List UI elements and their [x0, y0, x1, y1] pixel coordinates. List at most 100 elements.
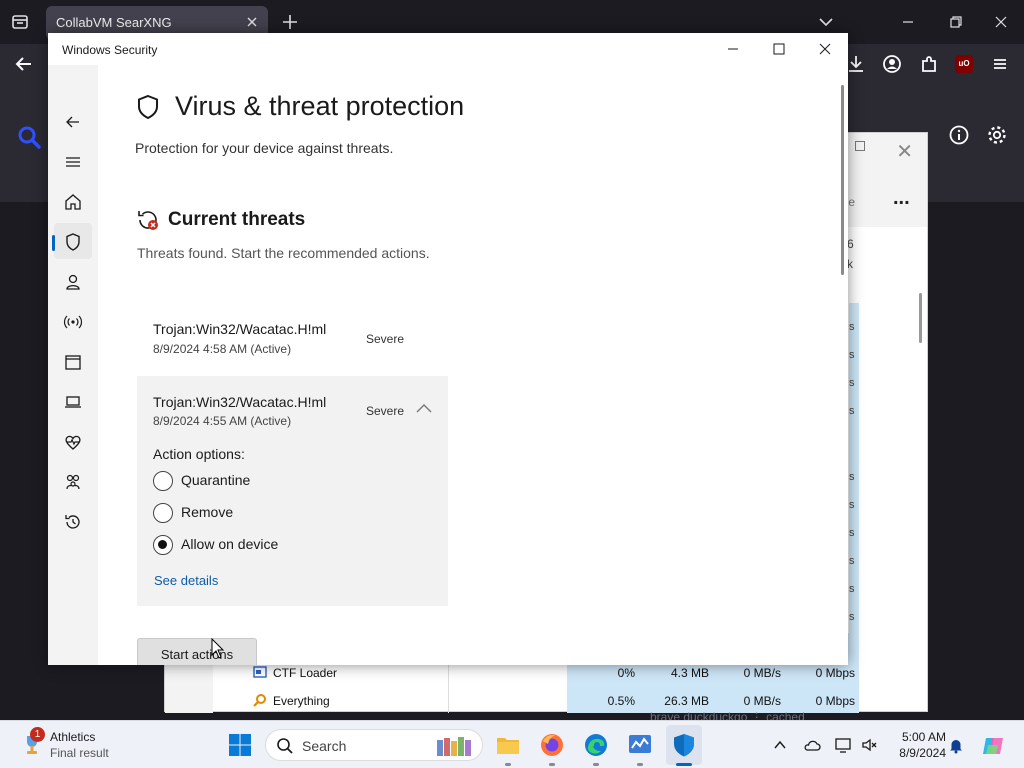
new-tab-plus-icon[interactable] — [280, 12, 300, 32]
status-cell: s — [849, 471, 855, 483]
windows-security-window: Windows Security Virus & threat protecti… — [48, 33, 848, 665]
edge-icon[interactable] — [582, 731, 610, 759]
tab-close-icon[interactable] — [244, 14, 260, 30]
radio-button[interactable] — [153, 471, 173, 491]
scrollbar[interactable] — [841, 85, 844, 275]
chevron-up-icon[interactable] — [771, 736, 789, 754]
ctf-loader-icon — [253, 665, 267, 679]
threat-date: 8/9/2024 4:58 AM (Active) — [153, 342, 292, 356]
taskbar: 1 Athletics Final result Search 5:00 AM … — [0, 720, 1024, 768]
running-indicator — [593, 763, 599, 766]
onedrive-cloud-icon[interactable] — [803, 736, 821, 754]
threat-item[interactable]: Trojan:Win32/Wacatac.H!ml 8/9/2024 4:58 … — [137, 303, 448, 373]
settings-gear-icon[interactable] — [61, 662, 85, 665]
browser-minimize-icon[interactable] — [896, 10, 920, 34]
chevron-down-icon[interactable] — [816, 12, 836, 32]
status-cell: s — [849, 555, 855, 567]
status-cell: s — [849, 377, 855, 389]
menu-icon[interactable] — [988, 52, 1012, 76]
file-explorer-icon[interactable] — [494, 731, 522, 759]
memory-cell: 26.3 MB — [664, 694, 709, 708]
close-icon[interactable]: ✕ — [896, 139, 913, 164]
section-title: Current threats — [168, 209, 306, 230]
memory-cell: 4.3 MB — [670, 666, 709, 680]
back-arrow-icon[interactable] — [61, 110, 85, 134]
tab-list-icon[interactable] — [8, 10, 32, 34]
scrollbar[interactable] — [919, 293, 922, 343]
radio-label: Allow on device — [181, 536, 279, 552]
see-details-link[interactable]: See details — [154, 573, 218, 588]
device-security-icon[interactable] — [61, 390, 85, 414]
info-icon[interactable] — [948, 124, 970, 146]
minimize-icon[interactable] — [710, 37, 756, 61]
browser-restore-icon[interactable] — [943, 10, 967, 34]
search-highlight-books-icon — [431, 734, 479, 758]
running-indicator — [549, 763, 555, 766]
protection-history-icon[interactable] — [61, 510, 85, 534]
maximize-icon[interactable] — [756, 37, 802, 61]
system-clock[interactable]: 5:00 AM 8/9/2024 — [886, 729, 946, 761]
maximize-icon[interactable] — [855, 141, 865, 151]
radio-button[interactable] — [153, 503, 173, 523]
notification-badge: 1 — [30, 727, 45, 742]
network-cell: 0 Mbps — [815, 666, 855, 680]
network-cell: 0 Mbps — [815, 694, 855, 708]
windows-start-icon[interactable] — [228, 733, 252, 757]
copilot-icon[interactable] — [980, 733, 1006, 759]
more-options-button[interactable]: ... — [893, 187, 910, 210]
threat-severity: Severe — [366, 404, 405, 418]
windows-security-titlebar: Windows Security — [48, 33, 848, 65]
app-browser-control-icon[interactable] — [61, 350, 85, 374]
notification-bell-icon[interactable] — [947, 736, 965, 754]
radio-allow-on-device[interactable]: Allow on device — [153, 534, 353, 558]
account-protection-icon[interactable] — [61, 270, 85, 294]
weather-widget[interactable]: 1 Athletics Final result — [20, 727, 180, 763]
threat-name: Trojan:Win32/Wacatac.H!ml — [153, 394, 327, 410]
nav-selected-indicator — [52, 235, 55, 251]
mouse-cursor-icon — [211, 638, 225, 660]
extensions-icon[interactable] — [917, 52, 941, 76]
settings-gear-icon[interactable] — [986, 124, 1008, 146]
widget-subtitle: Final result — [50, 746, 109, 760]
hamburger-menu-icon[interactable] — [61, 150, 85, 174]
firewall-network-icon[interactable] — [61, 310, 85, 334]
close-icon[interactable] — [802, 37, 848, 61]
navigation-rail — [48, 65, 98, 665]
volume-muted-icon[interactable] — [860, 736, 878, 754]
search-icon — [276, 737, 294, 755]
account-icon[interactable] — [880, 52, 904, 76]
radio-label: Quarantine — [181, 472, 251, 488]
device-health-icon[interactable] — [61, 430, 85, 454]
home-icon[interactable] — [61, 190, 85, 214]
radio-remove[interactable]: Remove — [153, 502, 353, 526]
status-cell: s — [849, 349, 855, 361]
threat-history-icon — [136, 208, 160, 232]
shield-icon[interactable] — [61, 230, 85, 254]
browser-close-icon[interactable] — [989, 10, 1013, 34]
ublock-origin-icon[interactable]: uO — [955, 55, 973, 73]
chevron-up-icon[interactable] — [415, 402, 433, 414]
window-title: Windows Security — [62, 43, 158, 57]
windows-security-shield-icon[interactable] — [670, 731, 698, 759]
process-name: Everything — [273, 694, 330, 708]
status-cell: s — [849, 611, 855, 623]
searxng-logo-icon[interactable] — [16, 124, 42, 150]
status-cell: s — [849, 321, 855, 333]
threat-item-expanded[interactable]: Trojan:Win32/Wacatac.H!ml 8/9/2024 4:55 … — [137, 376, 448, 606]
firefox-icon[interactable] — [538, 731, 566, 759]
threat-date: 8/9/2024 4:55 AM (Active) — [153, 414, 292, 428]
clock-date: 8/9/2024 — [899, 746, 946, 760]
family-options-icon[interactable] — [61, 470, 85, 494]
task-manager-icon[interactable] — [626, 731, 654, 759]
process-row[interactable]: Everything 0.5% 26.3 MB 0 MB/s 0 Mbps — [213, 687, 929, 715]
taskbar-search-box[interactable]: Search — [265, 729, 483, 761]
back-arrow-icon[interactable] — [12, 52, 36, 76]
disk-cell: 0 MB/s — [743, 666, 781, 680]
process-name: CTF Loader — [273, 666, 338, 680]
network-monitor-icon[interactable] — [834, 736, 852, 754]
radio-quarantine[interactable]: Quarantine — [153, 470, 353, 494]
start-actions-button[interactable]: Start actions — [137, 638, 257, 665]
cpu-cell: 0% — [617, 666, 635, 680]
radio-button-selected[interactable] — [153, 535, 173, 555]
threat-severity: Severe — [366, 332, 405, 346]
